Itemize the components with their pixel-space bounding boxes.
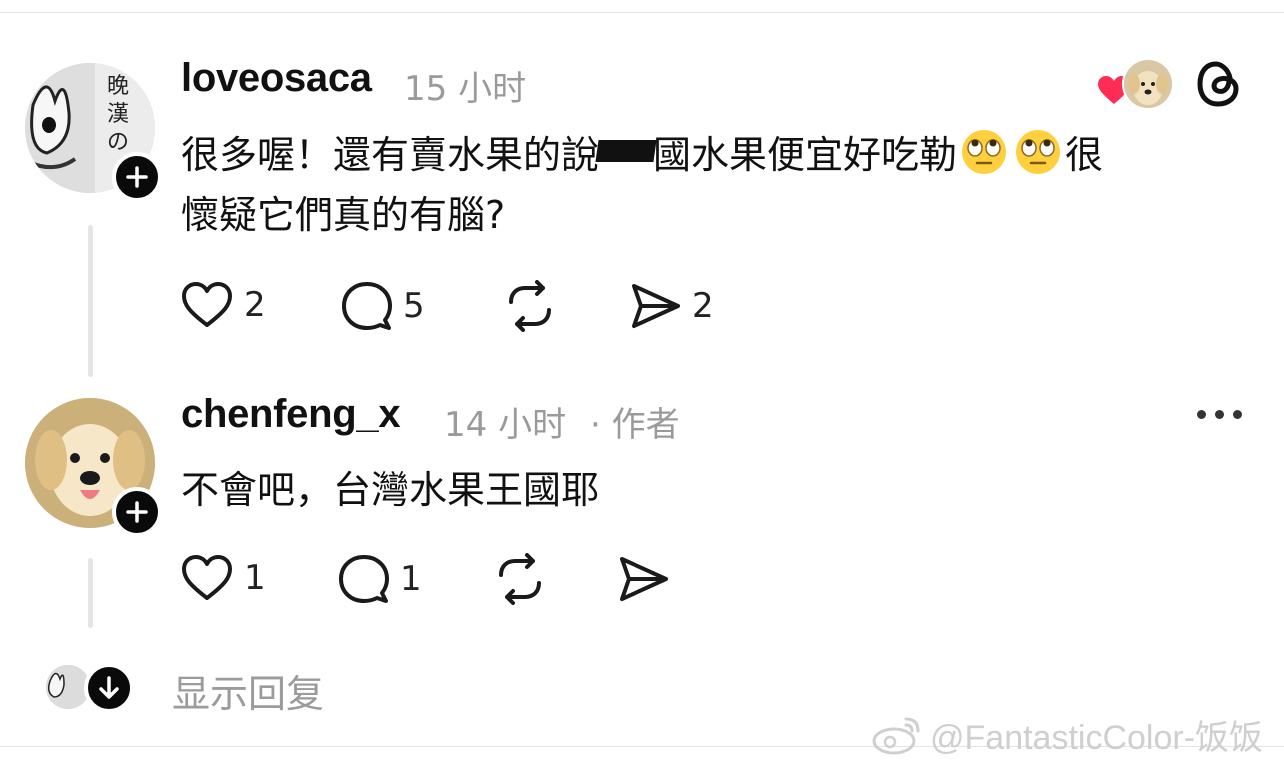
thread-line <box>88 225 93 377</box>
reply-count: 5 <box>403 286 425 326</box>
repost-icon <box>499 553 541 605</box>
follow-plus-button[interactable] <box>112 487 162 537</box>
comment-timestamp: 15 小时 <box>404 69 527 109</box>
weibo-logo-icon <box>872 717 920 754</box>
author-badge: · 作者 <box>590 405 680 445</box>
plus-icon <box>126 501 148 523</box>
comment-text-line: 懷疑它們真的有腦? <box>181 193 506 237</box>
threads-logo-icon[interactable] <box>1196 60 1242 112</box>
svg-text:漢: 漢 <box>107 102 129 127</box>
comment-text-segment: 國水果便宜好吃勒 <box>653 133 958 177</box>
svg-text:晚: 晚 <box>107 74 129 99</box>
watermark-text: @FantasticColor-饭饭 <box>930 719 1264 757</box>
comment-timestamp: 14 小时 <box>444 405 567 445</box>
share-button[interactable] <box>618 553 670 605</box>
more-options-icon[interactable] <box>1197 410 1242 419</box>
comment-text-segment: 很多喔！還有賣水果的說 <box>181 133 600 177</box>
watermark: @FantasticColor-饭饭 <box>872 710 1263 759</box>
svg-text:の: の <box>107 130 129 155</box>
follow-plus-button[interactable] <box>112 152 162 202</box>
repost-button[interactable] <box>503 280 557 332</box>
comment-username[interactable]: chenfeng_x <box>181 392 401 437</box>
like-button[interactable]: 1 <box>180 553 266 603</box>
redaction-mark <box>595 140 657 162</box>
comment-text-segment: 很 <box>1065 133 1104 177</box>
heart-icon <box>182 282 232 327</box>
like-button[interactable]: 2 <box>180 280 266 330</box>
share-button[interactable]: 2 <box>630 280 714 332</box>
comment-bubble-icon <box>342 282 392 330</box>
show-replies-link[interactable]: 显示回复 <box>172 663 324 718</box>
arrow-down-icon <box>99 676 119 699</box>
comment-text: 很多喔！還有賣水果的說 國水果便宜好吃勒 很 懷疑它們真的有腦? <box>181 125 1261 245</box>
like-count: 1 <box>244 558 266 598</box>
rolling-eyes-emoji-icon <box>1016 130 1061 174</box>
comment-text: 不會吧，台灣水果王國耶 <box>181 468 600 512</box>
heart-icon <box>182 555 232 600</box>
thread-line <box>88 558 93 628</box>
rolling-eyes-emoji-icon <box>962 130 1007 174</box>
liked-by-avatar[interactable] <box>1122 58 1174 110</box>
comment-bubble-icon <box>339 555 389 603</box>
reply-count: 1 <box>400 559 422 599</box>
comment-username[interactable]: loveosaca <box>181 56 372 101</box>
reply-button[interactable]: 5 <box>341 280 425 332</box>
repost-icon <box>509 280 551 332</box>
reply-button[interactable]: 1 <box>338 553 422 605</box>
show-replies-button[interactable] <box>84 663 134 713</box>
top-divider <box>0 12 1284 13</box>
repost-button[interactable] <box>493 553 547 605</box>
like-count: 2 <box>244 285 266 325</box>
plus-icon <box>126 166 148 188</box>
send-icon <box>620 557 668 601</box>
share-count: 2 <box>692 286 714 326</box>
send-icon <box>632 284 680 328</box>
